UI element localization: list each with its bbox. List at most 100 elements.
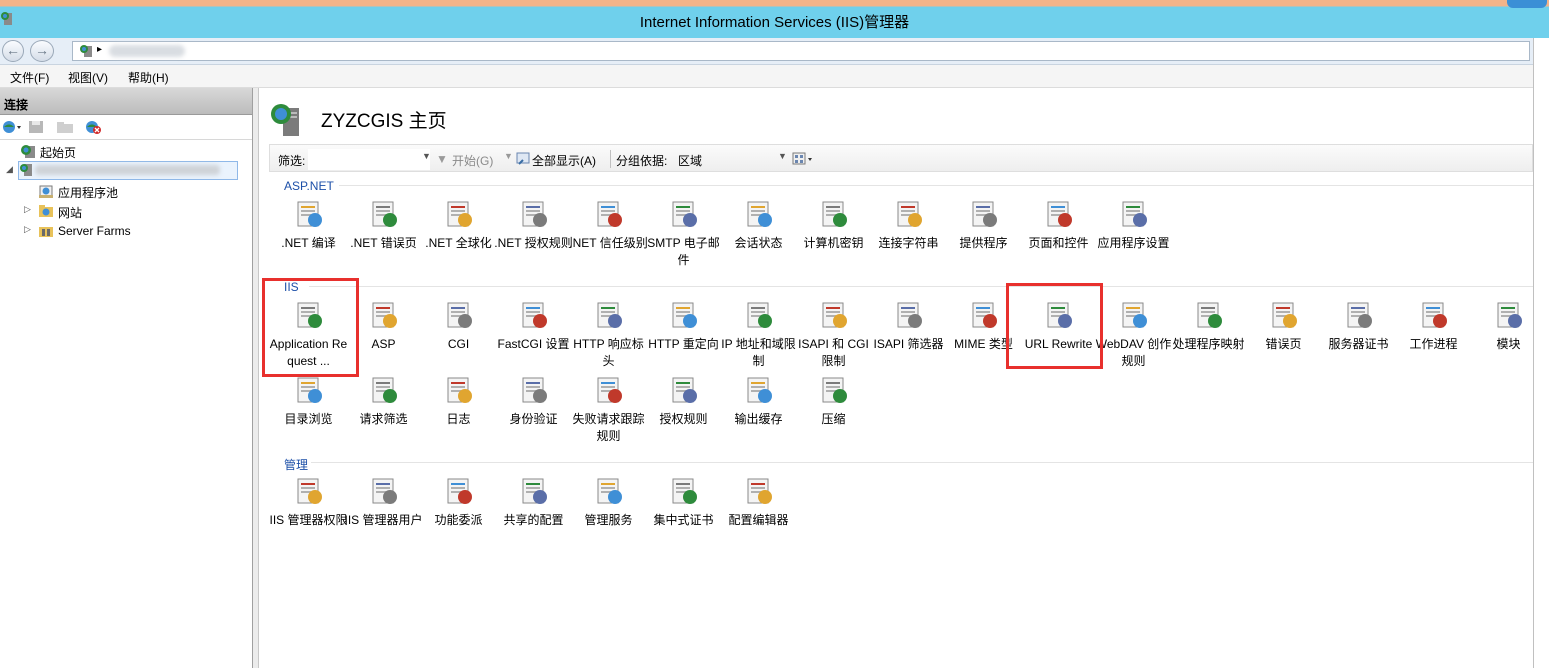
feature-tile[interactable]: IP 地址和域限制 — [721, 299, 796, 371]
feature-tile[interactable]: 页面和控件 — [1021, 198, 1096, 270]
forward-button[interactable]: → — [30, 40, 54, 62]
request-filtering-icon — [372, 377, 397, 403]
tree-item-app-pools[interactable]: 应用程序池 — [26, 182, 226, 200]
feature-tile-label: 计算机密钥 — [803, 236, 864, 250]
feature-tile[interactable]: 集中式证书 — [646, 475, 721, 547]
expand-farms-icon[interactable]: ▷ — [24, 224, 31, 235]
view-mode-icon[interactable] — [792, 152, 814, 166]
section-header-aspnet[interactable]: ASP.NET — [284, 179, 334, 193]
trust-level-globe-check-icon — [597, 201, 622, 227]
feature-tile[interactable]: 输出缓存 — [721, 374, 796, 446]
manager-users-icon — [372, 478, 397, 504]
expand-server-icon[interactable]: ◢ — [6, 164, 13, 175]
fastcgi-icon — [522, 302, 547, 328]
app-pool-icon — [39, 185, 53, 198]
menu-help[interactable]: 帮助(H) — [128, 69, 169, 86]
feature-tile[interactable]: FastCGI 设置 — [496, 299, 571, 371]
feature-tile[interactable]: 失败请求跟踪规则 — [571, 374, 646, 446]
menu-file[interactable]: 文件(F) — [10, 69, 49, 86]
save-icon[interactable] — [28, 120, 44, 134]
pages-controls-icon — [1047, 201, 1072, 227]
title-bar: Internet Information Services (IIS)管理器 — [0, 0, 1549, 38]
feature-tile[interactable]: 计算机密钥 — [796, 198, 871, 270]
menu-view[interactable]: 视图(V) — [68, 69, 108, 86]
connect-globe-icon[interactable] — [2, 120, 22, 134]
feature-tile[interactable]: IIS 管理器权限 — [269, 475, 348, 547]
feature-tile[interactable]: 连接字符串 — [871, 198, 946, 270]
up-level-icon[interactable] — [56, 120, 74, 134]
feature-tile[interactable]: 会话状态 — [721, 198, 796, 270]
highlight-box-arr — [262, 278, 359, 377]
feature-tile-label: 模块 — [1496, 337, 1521, 351]
connection-string-db-icon — [897, 201, 922, 227]
group-by-select[interactable]: 区域 — [678, 152, 702, 169]
start-dropdown-icon[interactable]: ▼ — [504, 151, 513, 161]
start-filter-button[interactable]: 开始(G) — [452, 152, 493, 169]
feature-tile[interactable]: 目录浏览 — [271, 374, 346, 446]
server-node-icon — [20, 164, 32, 176]
feature-tile[interactable]: 错误页 — [1246, 299, 1321, 371]
feature-tile[interactable]: SMTP 电子邮件 — [646, 198, 721, 270]
feature-tile[interactable]: .NET 全球化 — [421, 198, 496, 270]
feature-tile[interactable]: ISAPI 和 CGI 限制 — [796, 299, 871, 371]
tree-item-start-page[interactable]: 起始页 — [6, 142, 246, 160]
feature-tile[interactable]: IIS 管理器用户 — [344, 475, 423, 547]
expand-sites-icon[interactable]: ▷ — [24, 204, 31, 215]
feature-tile[interactable]: .NET 授权规则 — [494, 198, 573, 270]
feature-tile[interactable]: 请求筛选 — [346, 374, 421, 446]
group-by-dropdown-icon[interactable]: ▼ — [778, 151, 787, 161]
feature-tile[interactable]: 授权规则 — [646, 374, 721, 446]
disconnect-icon[interactable] — [84, 119, 102, 135]
feature-tile[interactable]: .NET 错误页 — [346, 198, 421, 270]
tree-item-sites[interactable]: ▷ 网站 — [24, 202, 224, 220]
address-input[interactable]: ▸ — [72, 41, 1530, 61]
feature-tile[interactable]: CGI — [421, 299, 496, 371]
section-divider — [339, 185, 1533, 186]
feature-tile[interactable]: 身份验证 — [496, 374, 571, 446]
feature-tile[interactable]: 日志 — [421, 374, 496, 446]
feature-tile-label: 目录浏览 — [284, 412, 333, 426]
feature-tile[interactable]: WebDAV 创作规则 — [1096, 299, 1171, 371]
feature-tile[interactable]: .NET 编译 — [271, 198, 346, 270]
funnel-icon: ▼ — [436, 152, 448, 166]
feature-tile-label: 授权规则 — [659, 412, 708, 426]
feature-tile[interactable]: 处理程序映射 — [1171, 299, 1246, 371]
feature-tile[interactable]: 工作进程 — [1396, 299, 1471, 371]
feature-tile-label: .NET 授权规则 — [494, 236, 573, 250]
server-farm-icon — [39, 227, 53, 237]
show-all-button[interactable]: 全部显示(A) — [532, 152, 596, 169]
feature-tile[interactable]: HTTP 响应标头 — [571, 299, 646, 371]
feature-tile[interactable]: HTTP 重定向 — [646, 299, 721, 371]
feature-tile[interactable]: 服务器证书 — [1321, 299, 1396, 371]
feature-tile[interactable]: 模块 — [1471, 299, 1546, 371]
tree-item-server[interactable] — [18, 161, 238, 180]
tree-item-server-farms[interactable]: ▷ Server Farms — [24, 222, 224, 240]
filter-dropdown-icon[interactable]: ▼ — [422, 151, 431, 161]
feature-tile-label: ISAPI 和 CGI 限制 — [798, 337, 869, 368]
feature-tile[interactable]: 提供程序 — [946, 198, 1021, 270]
feature-tile[interactable]: 管理服务 — [571, 475, 646, 547]
feature-tile-label: .NET 信任级别 — [569, 236, 648, 250]
feature-delegation-icon — [447, 478, 472, 504]
manager-permissions-icon — [297, 478, 322, 504]
feature-tile-label: HTTP 重定向 — [648, 337, 719, 351]
feature-tile[interactable]: 配置编辑器 — [721, 475, 796, 547]
server-certificates-icon — [1347, 302, 1372, 328]
feature-tile[interactable]: 压缩 — [796, 374, 871, 446]
feature-tile-label: .NET 错误页 — [350, 236, 417, 250]
feature-tile-label: FastCGI 设置 — [497, 337, 570, 351]
cgi-icon — [447, 302, 472, 328]
feature-tile[interactable]: ISAPI 筛选器 — [871, 299, 946, 371]
feature-tile[interactable]: .NET 信任级别 — [569, 198, 648, 270]
filter-input[interactable] — [308, 149, 430, 170]
breadcrumb-arrow-icon[interactable]: ▸ — [97, 44, 102, 55]
back-button[interactable]: ← — [2, 40, 24, 62]
server-icon — [80, 45, 92, 57]
feature-tile[interactable]: 功能委派 — [421, 475, 496, 547]
feature-tile-label: 身份验证 — [509, 412, 558, 426]
auth-rules-lock-icon — [522, 201, 547, 227]
feature-tile[interactable]: 共享的配置 — [496, 475, 571, 547]
section-header-management[interactable]: 管理 — [284, 456, 308, 473]
compression-icon — [822, 377, 847, 403]
feature-tile[interactable]: 应用程序设置 — [1096, 198, 1171, 270]
